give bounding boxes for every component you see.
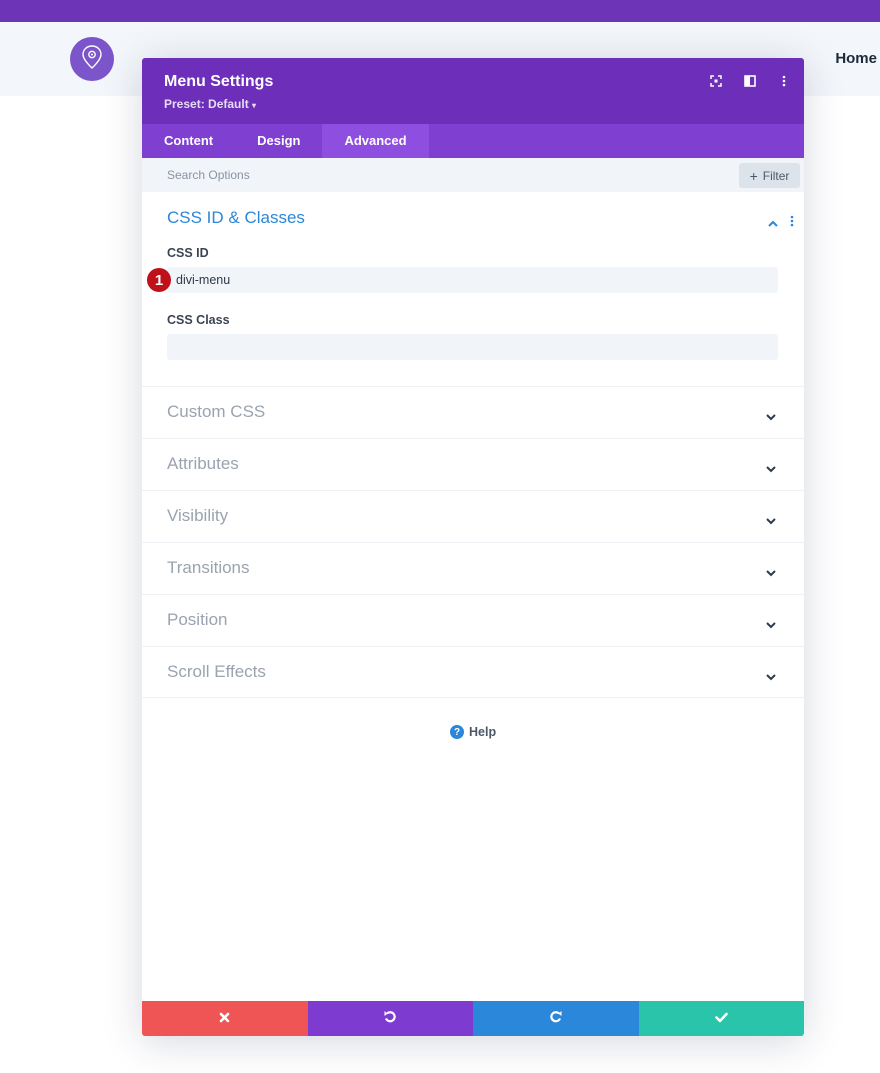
chevron-down-icon — [766, 460, 776, 478]
redo-button[interactable] — [473, 1001, 639, 1036]
modal-footer — [142, 1001, 804, 1036]
plus-icon: + — [749, 167, 758, 184]
modal-header: Menu Settings Preset: Default ▾ — [142, 58, 804, 124]
settings-tabs: Content Design Advanced — [142, 124, 804, 158]
redo-icon — [549, 1009, 563, 1028]
tab-design[interactable]: Design — [235, 124, 322, 158]
help-label: Help — [469, 725, 497, 739]
toggle-label: Scroll Effects — [167, 662, 266, 681]
section-title-css-id-classes[interactable]: CSS ID & Classes — [167, 208, 305, 228]
css-id-label: CSS ID — [167, 246, 209, 260]
toggle-label: Visibility — [167, 506, 229, 525]
chevron-down-icon — [766, 668, 776, 686]
css-id-field[interactable]: divi-menu — [167, 267, 778, 293]
toggle-label: Custom CSS — [167, 402, 266, 421]
toggle-label: Transitions — [167, 558, 250, 577]
section-more-icon[interactable] — [790, 214, 794, 232]
toggle-label: Attributes — [167, 454, 239, 473]
top-bar — [0, 0, 880, 22]
tab-content[interactable]: Content — [142, 124, 235, 158]
css-class-field[interactable] — [167, 334, 778, 360]
toggle-scroll-effects[interactable]: Scroll Effects — [142, 646, 804, 698]
chevron-up-icon[interactable] — [768, 214, 778, 232]
css-class-label: CSS Class — [167, 313, 230, 327]
undo-button[interactable] — [307, 1001, 473, 1036]
expand-icon[interactable] — [710, 74, 722, 88]
more-vertical-icon[interactable] — [778, 74, 790, 88]
toggle-attributes[interactable]: Attributes — [142, 438, 804, 490]
toggle-custom-css[interactable]: Custom CSS — [142, 386, 804, 438]
nav-link-home[interactable]: Home — [835, 50, 877, 67]
section-icons — [768, 214, 794, 232]
tab-advanced[interactable]: Advanced — [322, 124, 429, 158]
toggle-position[interactable]: Position — [142, 594, 804, 646]
modal-title: Menu Settings — [164, 73, 274, 90]
check-icon — [714, 1010, 728, 1028]
caret-down-icon: ▾ — [252, 101, 257, 110]
cancel-button[interactable] — [142, 1001, 308, 1036]
search-options-input[interactable] — [167, 168, 567, 182]
undo-icon — [383, 1009, 397, 1028]
help-link[interactable]: ? Help — [450, 725, 496, 739]
help-icon: ? — [450, 725, 464, 739]
filter-label: Filter — [762, 168, 790, 183]
close-icon — [219, 1010, 230, 1028]
chevron-down-icon — [766, 564, 776, 582]
css-id-value: divi-menu — [176, 273, 231, 287]
annotation-badge: 1 — [147, 268, 171, 292]
save-button[interactable] — [638, 1001, 804, 1036]
header-icons — [710, 74, 790, 88]
chevron-down-icon — [766, 408, 776, 426]
chevron-down-icon — [766, 512, 776, 530]
toggle-visibility[interactable]: Visibility — [142, 490, 804, 542]
menu-settings-modal: Menu Settings Preset: Default ▾ Content … — [142, 58, 804, 1036]
site-logo[interactable] — [70, 37, 114, 81]
preset-selector[interactable]: Preset: Default ▾ — [164, 97, 256, 111]
search-bar: + Filter — [142, 158, 804, 192]
split-view-icon[interactable] — [744, 74, 756, 88]
filter-button[interactable]: + Filter — [739, 163, 800, 188]
chevron-down-icon — [766, 616, 776, 634]
preset-label: Preset: Default — [164, 97, 249, 111]
toggle-label: Position — [167, 610, 228, 629]
toggle-transitions[interactable]: Transitions — [142, 542, 804, 594]
map-pin-icon — [81, 44, 103, 75]
